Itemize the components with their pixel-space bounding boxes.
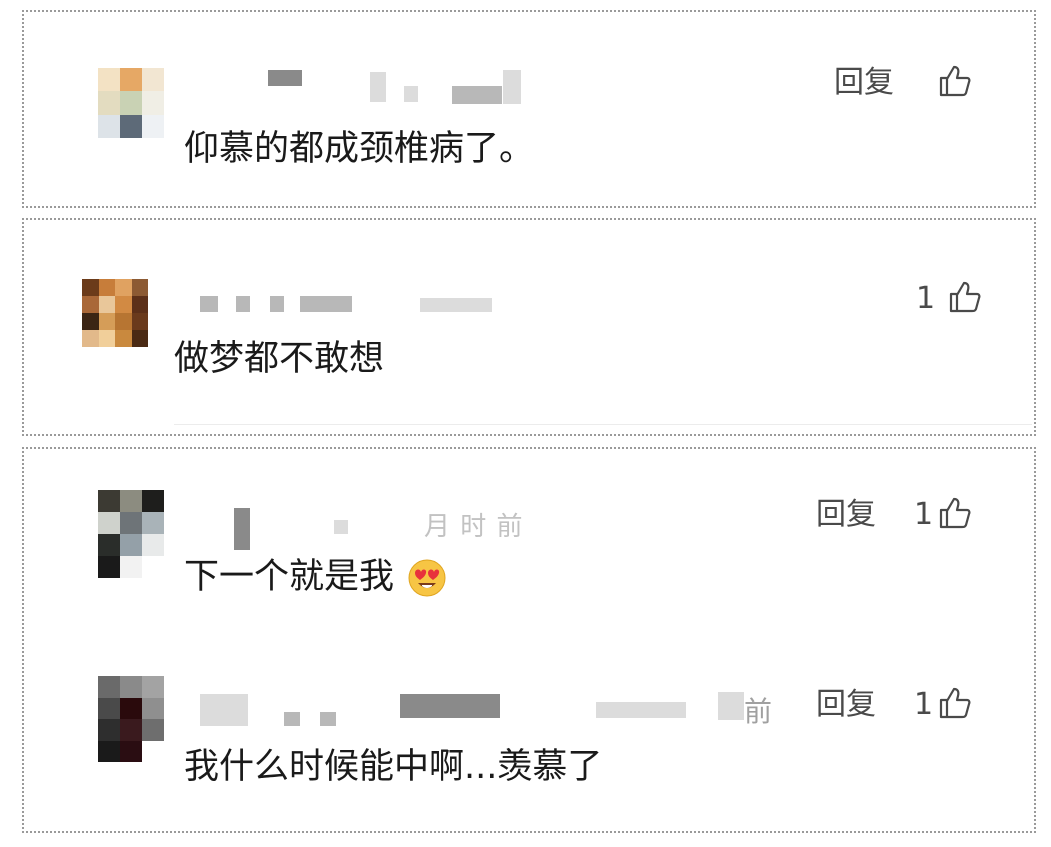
reply-button[interactable]: 回复 bbox=[834, 68, 894, 98]
comment-meta: 月 时 前 bbox=[424, 512, 524, 542]
comment-card bbox=[22, 10, 1036, 208]
username-redacted bbox=[596, 702, 686, 718]
username-redacted bbox=[234, 508, 250, 550]
comment-row: 下一个就是我 bbox=[184, 558, 447, 598]
reply-button[interactable]: 回复 bbox=[816, 690, 876, 720]
like-count: 1 bbox=[914, 687, 934, 722]
username-redacted bbox=[400, 694, 500, 718]
thumbs-up-icon[interactable] bbox=[938, 686, 972, 720]
thumbs-up-icon[interactable] bbox=[938, 496, 972, 530]
like-count: 1 bbox=[916, 281, 936, 316]
username-redacted bbox=[236, 296, 250, 312]
username-redacted bbox=[404, 86, 418, 102]
username-redacted bbox=[200, 694, 248, 726]
username-redacted bbox=[270, 296, 284, 312]
thumbs-up-icon[interactable] bbox=[948, 280, 982, 314]
username-redacted bbox=[320, 712, 336, 726]
avatar[interactable] bbox=[82, 279, 148, 347]
avatar[interactable] bbox=[98, 68, 164, 138]
comment-text: 我什么时候能中啊...羡慕了 bbox=[184, 747, 603, 787]
username-redacted bbox=[200, 296, 218, 312]
comment-text: 仰慕的都成颈椎病了。 bbox=[184, 129, 535, 169]
username-redacted bbox=[284, 712, 300, 726]
heart-eyes-emoji-icon bbox=[408, 559, 446, 597]
comment-text: 做梦都不敢想 bbox=[174, 339, 385, 379]
comment-meta: 前 bbox=[744, 695, 774, 728]
comment-text: 下一个就是我 bbox=[184, 557, 395, 597]
thumbs-up-icon[interactable] bbox=[938, 64, 972, 98]
avatar[interactable] bbox=[98, 490, 164, 578]
username-redacted bbox=[370, 72, 386, 102]
comment-card bbox=[22, 218, 1036, 436]
divider bbox=[174, 424, 1032, 425]
avatar[interactable] bbox=[98, 676, 164, 762]
username-redacted bbox=[420, 298, 492, 312]
username-redacted bbox=[503, 70, 521, 104]
username-redacted bbox=[300, 296, 352, 312]
username-redacted bbox=[334, 520, 348, 534]
reply-button[interactable]: 回复 bbox=[816, 500, 876, 530]
like-count: 1 bbox=[914, 497, 934, 532]
username-redacted bbox=[268, 70, 302, 86]
username-redacted bbox=[452, 86, 502, 104]
username-redacted bbox=[718, 692, 744, 720]
